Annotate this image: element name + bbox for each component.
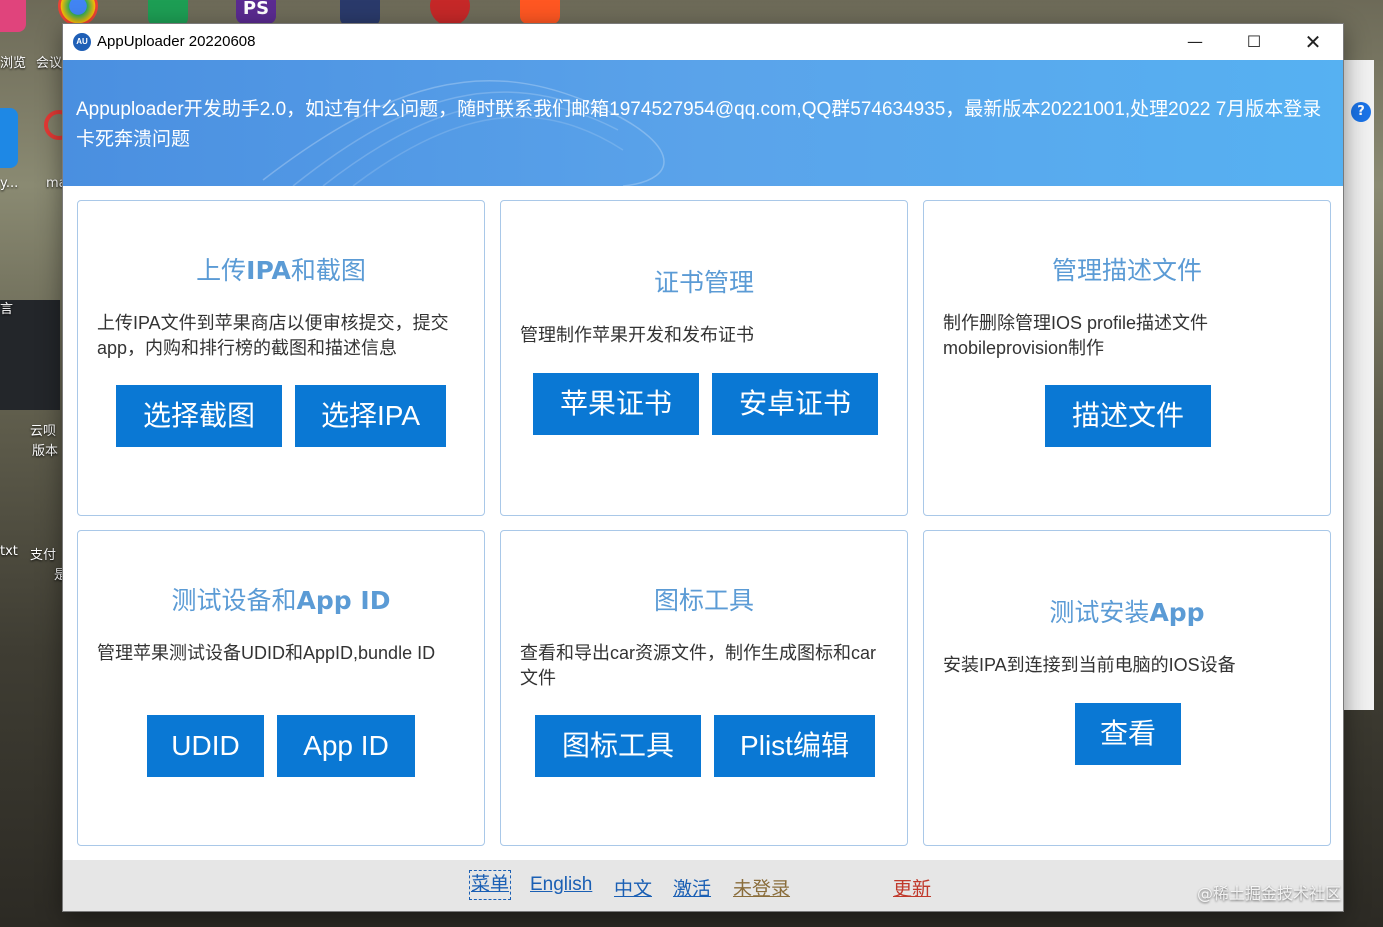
app-id-button[interactable]: App ID (277, 715, 415, 777)
spreadsheet-app-icon[interactable] (148, 0, 188, 26)
photoshop-icon[interactable]: PS (236, 0, 276, 24)
minimize-icon[interactable]: — (1166, 24, 1224, 60)
english-link[interactable]: English (530, 874, 592, 896)
select-ipa-button[interactable]: 选择IPA (295, 385, 446, 447)
card-title: 测试设备和App ID (171, 586, 391, 615)
view-button[interactable]: 查看 (1075, 703, 1181, 765)
help-icon[interactable]: ? (1351, 102, 1371, 122)
android-certificate-button[interactable]: 安卓证书 (712, 373, 878, 435)
window-title: AppUploader 20220608 (97, 33, 256, 50)
card-description: 制作删除管理IOS profile描述文件mobileprovision制作 (943, 313, 1209, 358)
update-link[interactable]: 更新 (893, 874, 931, 901)
card-title: 管理描述文件 (1051, 256, 1202, 285)
chinese-link[interactable]: 中文 (614, 874, 652, 901)
select-screenshot-button[interactable]: 选择截图 (116, 385, 282, 447)
desktop-label: 浏览 (0, 56, 27, 71)
card-certificates: 证书管理 管理制作苹果开发和发布证书 苹果证书 安卓证书 (500, 200, 908, 516)
profile-file-button[interactable]: 描述文件 (1045, 385, 1211, 447)
card-title: 证书管理 (653, 268, 754, 297)
desktop-label: 版本 (32, 444, 59, 459)
blue-app-icon[interactable] (0, 108, 18, 168)
card-test-install: 测试安装App 安装IPA到连接到当前电脑的IOS设备 查看 (923, 530, 1331, 846)
close-icon[interactable]: ✕ (1284, 24, 1342, 60)
cat-app-icon[interactable] (340, 0, 380, 26)
desktop-label: 会议 (36, 56, 63, 71)
card-description: 查看和导出car资源文件，制作生成图标和car文件 (520, 643, 877, 688)
title-bar[interactable]: AU AppUploader 20220608 — ☐ ✕ (63, 24, 1343, 60)
card-title: 图标工具 (653, 586, 754, 615)
desktop-label: 言 (0, 302, 14, 317)
watermark-text: @稀土掘金技术社区 (1197, 884, 1342, 903)
activate-link[interactable]: 激活 (673, 874, 711, 901)
card-devices-appid: 测试设备和App ID 管理苹果测试设备UDID和AppID,bundle ID… (77, 530, 485, 846)
card-description: 上传IPA文件到苹果商店以便审核提交，提交app，内购和排行榜的截图和描述信息 (97, 313, 449, 358)
card-upload-ipa: 上传IPA和截图 上传IPA文件到苹果商店以便审核提交，提交app，内购和排行榜… (77, 200, 485, 516)
card-description: 管理苹果测试设备UDID和AppID,bundle ID (97, 643, 436, 663)
app-logo-icon: AU (73, 33, 91, 51)
card-description: 安装IPA到连接到当前电脑的IOS设备 (943, 655, 1236, 675)
card-title: 测试安装App (1049, 598, 1205, 627)
maximize-icon[interactable]: ☐ (1225, 24, 1283, 60)
login-status-link[interactable]: 未登录 (733, 874, 790, 901)
plist-editor-button[interactable]: Plist编辑 (714, 715, 875, 777)
card-icon-tools: 图标工具 查看和导出car资源文件，制作生成图标和car文件 图标工具 Plis… (500, 530, 908, 846)
desktop-label: 支付 (30, 548, 57, 563)
desktop-label: 云呗 (30, 424, 57, 439)
desktop-label: txt (0, 544, 18, 559)
menu-link[interactable]: 菜单 (469, 870, 512, 900)
icon-tool-button[interactable]: 图标工具 (535, 715, 701, 777)
video-app-icon[interactable] (520, 0, 560, 24)
chrome-icon[interactable] (58, 0, 98, 26)
announcement-text: Appuploader开发助手2.0，如过有什么问题，随时联系我们邮箱19745… (76, 99, 1322, 150)
apple-certificate-button[interactable]: 苹果证书 (533, 373, 699, 435)
header-banner: Appuploader开发助手2.0，如过有什么问题，随时联系我们邮箱19745… (63, 60, 1343, 186)
desktop-label: y... (0, 176, 19, 191)
udid-button[interactable]: UDID (147, 715, 264, 777)
card-profiles: 管理描述文件 制作删除管理IOS profile描述文件mobileprovis… (923, 200, 1331, 516)
desktop-app-icon[interactable] (0, 0, 26, 32)
media-app-icon[interactable] (430, 0, 470, 26)
card-title: 上传IPA和截图 (196, 256, 366, 285)
card-description: 管理制作苹果开发和发布证书 (520, 325, 754, 345)
app-window: AU AppUploader 20220608 — ☐ ✕ Appuploade… (63, 24, 1343, 911)
footer-bar: 菜单 English 中文 激活 未登录 更新 (63, 860, 1343, 911)
background-window-edge (1343, 60, 1374, 710)
